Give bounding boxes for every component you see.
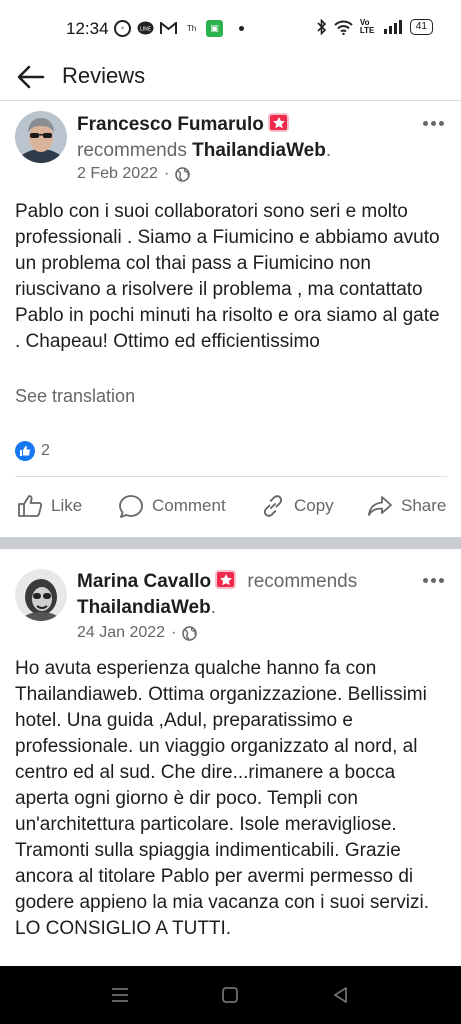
review-date[interactable]: 2 Feb 2022: [77, 165, 158, 183]
review-meta: 2 Feb 2022 ·: [77, 165, 191, 183]
review-card: Francesco Fumarulo recommends Thailandia…: [0, 101, 461, 537]
comment-icon: [119, 494, 143, 518]
like-button[interactable]: Like: [17, 494, 82, 518]
globe-icon: [182, 625, 198, 641]
period: .: [325, 140, 332, 161]
svg-text:LINE: LINE: [140, 27, 151, 33]
action-bar: Like Comment Copy Share: [0, 486, 461, 526]
home-button[interactable]: [218, 983, 242, 1007]
action-divider: [15, 476, 447, 477]
page-title: Reviews: [62, 63, 146, 88]
like-reaction-icon: [15, 441, 35, 461]
menu-icon: [112, 988, 128, 1002]
copy-button[interactable]: Copy: [260, 493, 334, 519]
thai-icon: Th: [186, 24, 197, 33]
separator-dot: ·: [163, 165, 170, 182]
page-link[interactable]: ThailandiaWeb: [77, 597, 211, 618]
page-link[interactable]: ThailandiaWeb: [192, 140, 326, 161]
copy-label: Copy: [294, 496, 334, 515]
review-date[interactable]: 24 Jan 2022: [77, 624, 165, 642]
signal-icon: [383, 20, 402, 34]
share-icon: [368, 496, 392, 516]
back-nav-button[interactable]: [328, 983, 352, 1007]
whatsapp-icon: ◦: [114, 20, 131, 37]
recommend-badge-icon: [215, 570, 237, 589]
back-button[interactable]: [14, 60, 48, 94]
thumbs-up-icon: [18, 495, 43, 517]
system-icons: Vo LTE 41: [317, 19, 433, 35]
link-icon: [263, 495, 283, 517]
comment-button[interactable]: Comment: [118, 494, 226, 519]
see-translation-link[interactable]: See translation: [15, 386, 135, 407]
gmail-icon: [160, 20, 177, 37]
app-bar: Reviews: [0, 56, 461, 100]
review-card: Marina Cavallo recommends ThailandiaWeb.…: [0, 549, 461, 966]
section-separator: [0, 537, 461, 549]
comment-label: Comment: [152, 496, 226, 515]
line-icon: LINE: [137, 20, 154, 37]
separator-dot: ·: [171, 624, 177, 641]
avatar[interactable]: [15, 111, 67, 163]
review-text: Ho avuta esperienza qualche hanno fa con…: [15, 658, 430, 939]
wifi-icon: [334, 20, 353, 35]
like-label: Like: [51, 496, 83, 515]
recommends-verb: recommends: [247, 571, 358, 592]
clock: 12:34: [66, 19, 109, 38]
home-square-icon: [222, 987, 238, 1003]
recommend-badge-icon: [267, 113, 289, 132]
notification-icons: ◦ LINE Th ▣: [114, 20, 244, 37]
review-header: Marina Cavallo recommends ThailandiaWeb.: [77, 569, 413, 621]
navigation-bar: [0, 966, 461, 1024]
reactions-summary[interactable]: 2: [15, 441, 50, 461]
arrow-left-icon: [17, 65, 45, 89]
review-meta: 24 Jan 2022 ·: [77, 624, 198, 642]
recent-apps-button[interactable]: [108, 983, 132, 1007]
share-label: Share: [401, 496, 447, 515]
avatar[interactable]: [15, 569, 67, 621]
bluetooth-icon: [317, 19, 327, 35]
recommends-verb: recommends: [77, 140, 187, 161]
author-name[interactable]: Marina Cavallo: [77, 571, 211, 592]
more-options-button[interactable]: [419, 113, 447, 133]
share-button[interactable]: Share: [367, 495, 446, 517]
green-app-icon: ▣: [206, 20, 223, 37]
review-header: Francesco Fumarulo recommends Thailandia…: [77, 112, 413, 164]
period: .: [210, 597, 217, 618]
review-text: Pablo con i suoi collaboratori sono seri…: [15, 201, 440, 352]
status-bar: 12:34 ◦ LINE Th ▣ Vo LTE 41: [0, 0, 461, 56]
like-count: 2: [41, 442, 50, 459]
back-triangle-icon: [334, 987, 347, 1003]
battery-icon: 41: [409, 19, 433, 35]
more-notifications-dot: [239, 26, 244, 31]
network-label: Vo LTE: [359, 18, 375, 35]
globe-icon: [175, 166, 191, 182]
more-options-button[interactable]: [419, 570, 447, 590]
author-name[interactable]: Francesco Fumarulo: [77, 114, 264, 135]
